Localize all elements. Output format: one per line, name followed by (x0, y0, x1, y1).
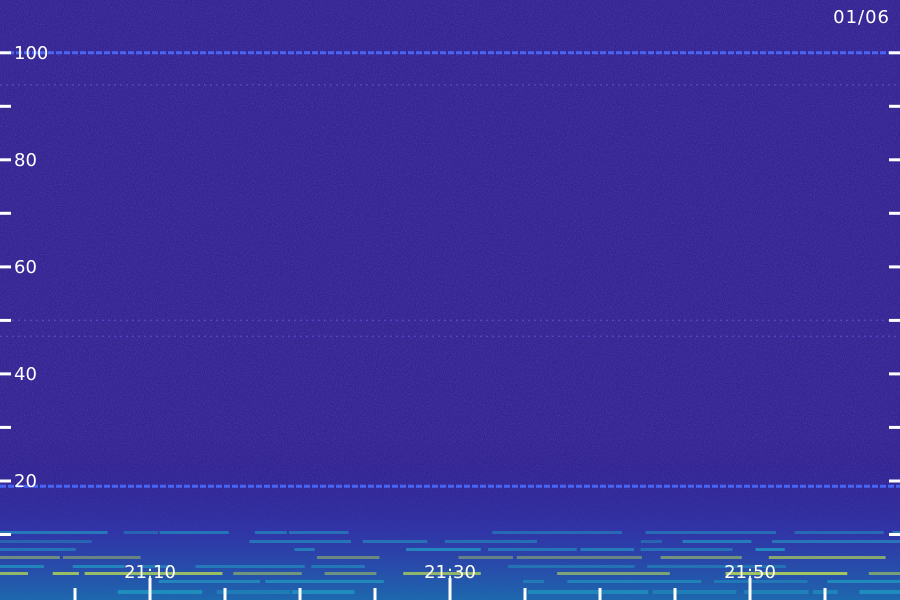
spectrogram-chart: 20 40 60 80 100 21:10 21:30 21:50 01/06 (0, 0, 900, 600)
signal-band-segment (254, 531, 287, 534)
signal-band-segment (640, 548, 733, 551)
y-tick-label: 100 (14, 43, 48, 64)
signal-band-segment (324, 572, 377, 575)
signal-band-segment (794, 531, 884, 534)
signal-band-segment (868, 572, 900, 575)
y-tick-label: 60 (14, 257, 37, 278)
signal-band-segment (0, 565, 44, 568)
y-tick-label: 80 (14, 150, 37, 171)
signal-band-segment (768, 556, 886, 559)
signal-band-segment (859, 590, 900, 594)
signal-band-segment (216, 590, 291, 594)
signal-band-segment (72, 565, 125, 568)
signal-band-segment (444, 540, 537, 543)
signal-band-segment (640, 540, 662, 543)
x-tick-label: 21:10 (124, 562, 176, 583)
y-tick-label: 40 (14, 364, 37, 385)
x-tick-label: 21:30 (424, 562, 476, 583)
signal-band-segment (492, 531, 622, 534)
signal-band-segment (0, 548, 76, 551)
signal-band-segment (63, 556, 141, 559)
signal-band-segment (516, 556, 642, 559)
signal-band-segment (580, 548, 635, 551)
signal-band-segment (527, 590, 649, 594)
x-tick-label: 21:50 (724, 562, 776, 583)
signal-band-segment (0, 540, 92, 543)
signal-band-segment (294, 548, 315, 551)
signal-band-segment (744, 590, 809, 594)
signal-band-segment (117, 590, 203, 594)
date-label: 01/06 (833, 7, 890, 28)
signal-band-segment (523, 580, 545, 583)
y-tick-label: 20 (14, 471, 37, 492)
signal-band-segment (567, 580, 702, 583)
signal-band-segment (458, 556, 513, 559)
signal-band-segment (123, 531, 159, 534)
signal-band-segment (195, 565, 305, 568)
signal-band-segment (362, 540, 428, 543)
signal-band-segment (682, 540, 752, 543)
signal-band-segment (557, 572, 670, 575)
signal-band-segment (0, 572, 28, 575)
signal-band-segment (827, 580, 900, 583)
signal-band-segment (488, 548, 577, 551)
signal-band-segment (660, 556, 742, 559)
signal-band-segment (0, 531, 108, 534)
signal-band-segment (233, 572, 302, 575)
signal-band-segment (159, 531, 229, 534)
signal-band-segment (317, 556, 380, 559)
signal-band-segment (508, 565, 635, 568)
signal-band-segment (249, 540, 351, 543)
signal-band-segment (755, 548, 785, 551)
signal-band-segment (406, 548, 481, 551)
signal-band-segment (265, 580, 384, 583)
signal-band-segment (288, 531, 349, 534)
signal-band-segment (0, 556, 60, 559)
signal-band-segment (52, 572, 79, 575)
signal-band-segment (652, 590, 737, 594)
signal-band-segment (311, 565, 365, 568)
signal-band-segment (772, 540, 900, 543)
signal-band-segment (645, 531, 776, 534)
